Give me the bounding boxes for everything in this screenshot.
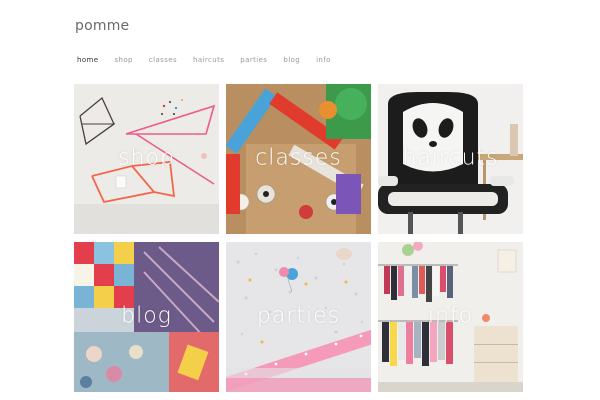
- tile-label-classes: classes: [255, 145, 342, 171]
- tile-label-shop: shop: [118, 145, 175, 171]
- category-grid: shop classes haircuts blog parties info: [74, 84, 523, 392]
- nav-blog[interactable]: blog: [283, 56, 300, 64]
- tile-label-info: info: [427, 303, 474, 329]
- tile-label-haircuts: haircuts: [402, 145, 499, 171]
- site-logo[interactable]: pomme: [75, 18, 129, 34]
- tile-label-blog: blog: [121, 303, 172, 329]
- tile-label-parties: parties: [256, 303, 341, 329]
- tile-classes[interactable]: classes: [226, 84, 371, 234]
- nav-haircuts[interactable]: haircuts: [193, 56, 224, 64]
- nav-info[interactable]: info: [316, 56, 331, 64]
- nav-classes[interactable]: classes: [149, 56, 177, 64]
- tile-parties[interactable]: parties: [226, 242, 371, 392]
- nav-parties[interactable]: parties: [240, 56, 267, 64]
- tile-blog[interactable]: blog: [74, 242, 219, 392]
- main-nav: home shop classes haircuts parties blog …: [77, 56, 347, 64]
- tile-shop[interactable]: shop: [74, 84, 219, 234]
- nav-shop[interactable]: shop: [114, 56, 132, 64]
- nav-home[interactable]: home: [77, 56, 98, 64]
- tile-info[interactable]: info: [378, 242, 523, 392]
- tile-haircuts[interactable]: haircuts: [378, 84, 523, 234]
